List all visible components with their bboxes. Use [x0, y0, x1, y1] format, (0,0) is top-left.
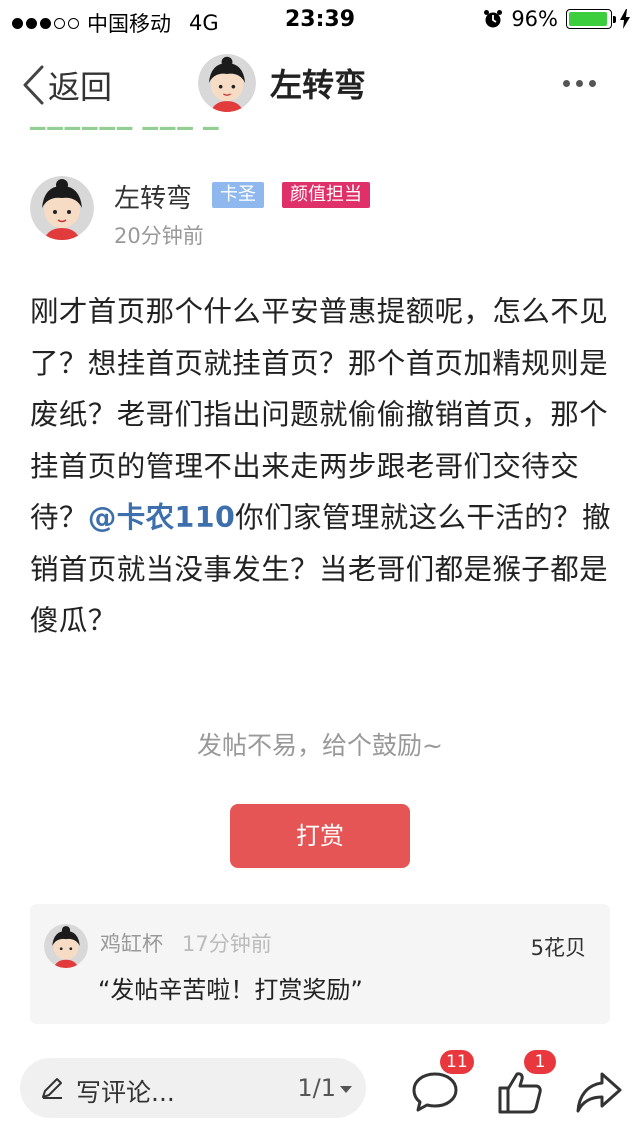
- bottom-action-bar: 写评论... 1/1 11 1: [0, 1048, 640, 1136]
- back-label: 返回: [48, 68, 113, 106]
- comment-input[interactable]: 写评论... 1/1: [20, 1058, 366, 1118]
- tip-button[interactable]: 打赏: [230, 804, 410, 868]
- battery-percent: 96%: [511, 7, 558, 31]
- like-button[interactable]: 1: [494, 1050, 556, 1120]
- nav-author[interactable]: 左转弯: [198, 54, 366, 112]
- battery-fill: [569, 12, 608, 26]
- user-tag-badge: 颜值担当: [282, 182, 370, 208]
- post-content: 刚才首页那个什么平安普惠提额呢，怎么不见了？想挂首页就挂首页？那个首页加精规则是…: [30, 286, 614, 647]
- reward-time: 17分钟前: [182, 932, 272, 956]
- reward-record: 鸡缸杯 17分钟前 5花贝 “发帖辛苦啦！打赏奖励”: [30, 904, 610, 1024]
- post-text: 刚才首页那个什么平安普惠提额呢，怎么不见了？想挂首页就挂首页？那个首页加精规则是…: [30, 295, 609, 534]
- post-author: 左转弯 卡圣 颜值担当 20分钟前: [30, 176, 610, 248]
- more-dot-icon: [589, 80, 596, 87]
- avatar: [198, 54, 256, 112]
- comment-placeholder: 写评论...: [76, 1078, 175, 1107]
- page-title: 左转弯: [270, 66, 367, 104]
- user-tag-badge: 卡圣: [212, 182, 264, 208]
- reward-user-name[interactable]: 鸡缸杯: [100, 928, 163, 958]
- pencil-icon: [42, 1078, 62, 1099]
- comment-count-badge: 11: [440, 1050, 474, 1074]
- encourage-text: 发帖不易，给个鼓励~: [197, 731, 443, 760]
- back-button[interactable]: 返回: [22, 62, 112, 108]
- comments-button[interactable]: 11: [408, 1050, 474, 1120]
- status-right: 96%: [483, 7, 630, 31]
- post-time: 20分钟前: [114, 224, 204, 248]
- share-arrow-icon: [576, 1072, 622, 1113]
- page-selector[interactable]: 1/1: [297, 1074, 352, 1102]
- reward-message: “发帖辛苦啦！打赏奖励”: [98, 976, 363, 1004]
- more-dot-icon: [563, 80, 570, 87]
- thumbs-up-icon: [498, 1072, 542, 1114]
- like-count-badge: 1: [524, 1050, 556, 1074]
- alarm-icon: [484, 10, 503, 28]
- avatar[interactable]: [30, 176, 94, 240]
- caret-down-icon: [340, 1085, 352, 1093]
- author-name[interactable]: 左转弯: [114, 178, 192, 215]
- page-indicator: 1/1: [297, 1074, 336, 1102]
- mention-link[interactable]: @卡农110: [88, 501, 235, 534]
- scrolled-header-remnant: ▁▁▁▁▁▁ ▁▁▁ ▁: [30, 120, 260, 132]
- reward-amount: 5花贝: [530, 936, 586, 960]
- charging-bolt-icon: [620, 9, 630, 29]
- nav-bar: 返回 左转弯: [0, 40, 640, 128]
- more-options-button[interactable]: [563, 80, 596, 87]
- chevron-left-icon: [23, 65, 44, 105]
- more-dot-icon: [576, 80, 583, 87]
- battery-icon: [566, 9, 616, 29]
- status-bar: 中国移动 4G 23:39 96%: [0, 0, 640, 40]
- share-button[interactable]: [574, 1056, 634, 1120]
- avatar[interactable]: [44, 924, 88, 968]
